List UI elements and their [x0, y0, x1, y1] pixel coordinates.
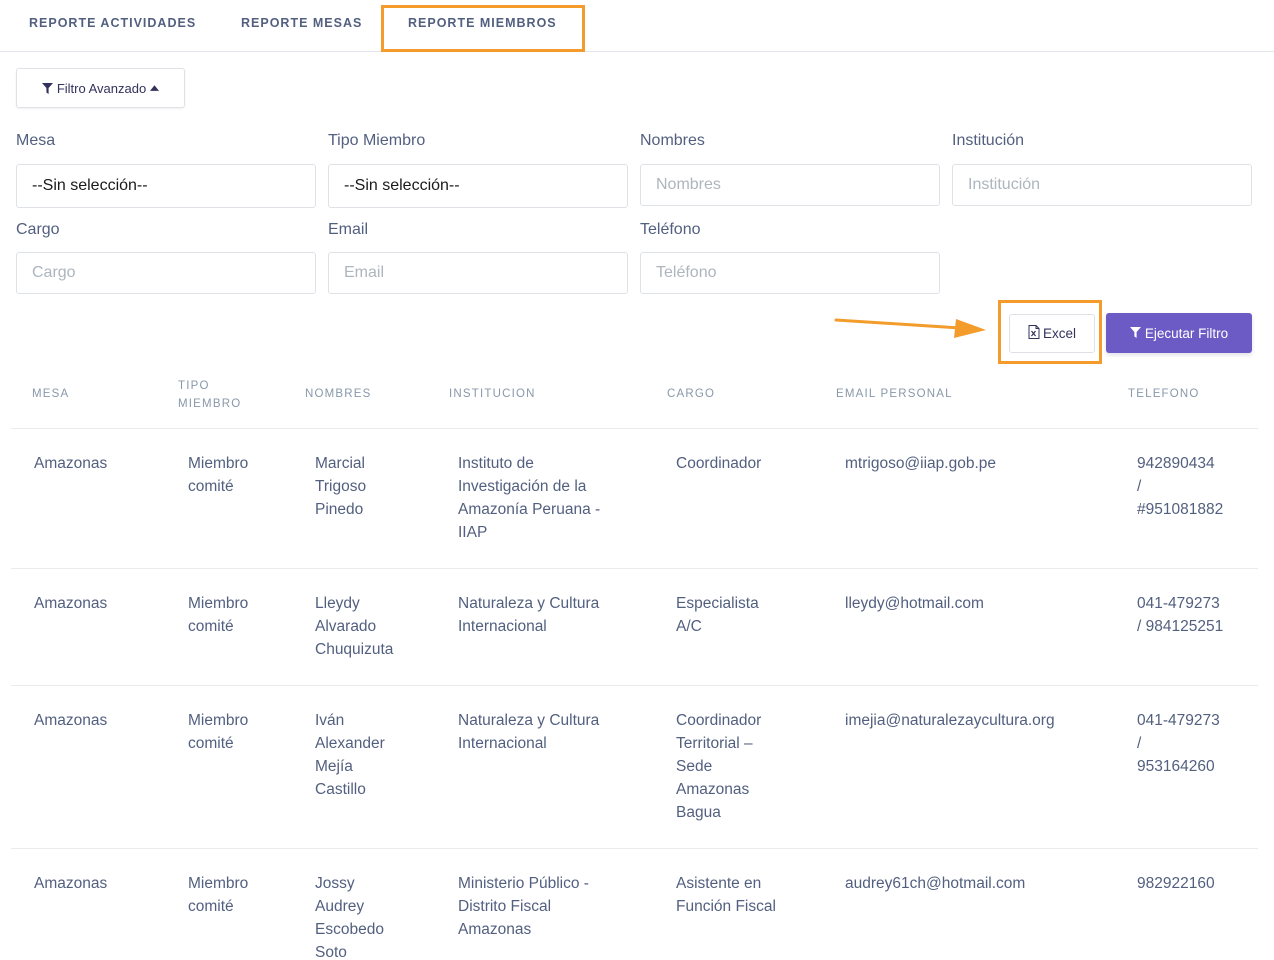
cell-tipo-miembro: Miembro comité	[188, 712, 249, 752]
cell-mesa: Amazonas	[34, 455, 108, 472]
row-divider	[11, 848, 1258, 849]
row-divider	[11, 568, 1258, 569]
cell-cargo: Coordinador	[676, 455, 762, 472]
column-header-nombres: NOMBRES	[305, 388, 372, 400]
cell-tipo-miembro: Miembro comité	[188, 455, 249, 495]
cell-telefono: 041-479273 / 984125251	[1137, 595, 1224, 635]
cell-telefono: 041-479273 / 953164260	[1137, 712, 1220, 775]
cell-institucion: Naturaleza y Cultura Internacional	[458, 712, 600, 752]
cell-tipo-miembro: Miembro comité	[188, 875, 249, 915]
cell-email: imejia@naturalezaycultura.org	[845, 712, 1055, 729]
column-header-institucion: INSTITUCION	[449, 388, 536, 400]
cell-cargo: Asistente en Función Fiscal	[676, 875, 776, 915]
excel-highlight-annotation	[998, 300, 1102, 364]
cell-email: lleydy@hotmail.com	[845, 595, 984, 612]
cell-institucion: Naturaleza y Cultura Internacional	[458, 595, 600, 635]
cell-email: mtrigoso@iiap.gob.pe	[845, 455, 997, 472]
column-header-email-personal: EMAIL PERSONAL	[836, 388, 953, 400]
cell-telefono: 942890434 / #951081882	[1137, 455, 1224, 518]
column-header-cargo: CARGO	[667, 388, 716, 400]
cell-nombres: Marcial Trigoso Pinedo	[315, 455, 367, 518]
filter-icon	[1129, 326, 1141, 341]
cell-nombres: Lleydy Alvarado Chuquizuta	[315, 595, 394, 658]
cell-tipo-miembro: Miembro comité	[188, 595, 249, 635]
cell-email: audrey61ch@hotmail.com	[845, 875, 1026, 892]
cell-nombres: Jossy Audrey Escobedo Soto	[315, 875, 384, 960]
row-divider	[11, 685, 1258, 686]
cell-mesa: Amazonas	[34, 875, 108, 892]
run-filter-label: Ejecutar Filtro	[1144, 325, 1229, 341]
cell-mesa: Amazonas	[34, 595, 108, 612]
table-divider	[11, 428, 1258, 429]
column-header-telefono: TELEFONO	[1128, 388, 1200, 400]
cell-cargo: Especialista A/C	[676, 595, 759, 635]
cell-institucion: Instituto de Investigación de la Amazoní…	[458, 455, 601, 541]
run-filter-button[interactable]: Ejecutar Filtro	[1106, 313, 1252, 353]
cell-cargo: Coordinador Territorial – Sede Amazonas …	[676, 712, 762, 821]
column-header-tipo-miembro: TIPO MIEMBRO	[178, 380, 242, 410]
cell-institucion: Ministerio Público - Distrito Fiscal Ama…	[458, 875, 589, 938]
cell-telefono: 982922160	[1137, 875, 1215, 892]
cell-nombres: Iván Alexander Mejía Castillo	[315, 712, 385, 798]
column-header-mesa: MESA	[32, 388, 70, 400]
cell-mesa: Amazonas	[34, 712, 108, 729]
